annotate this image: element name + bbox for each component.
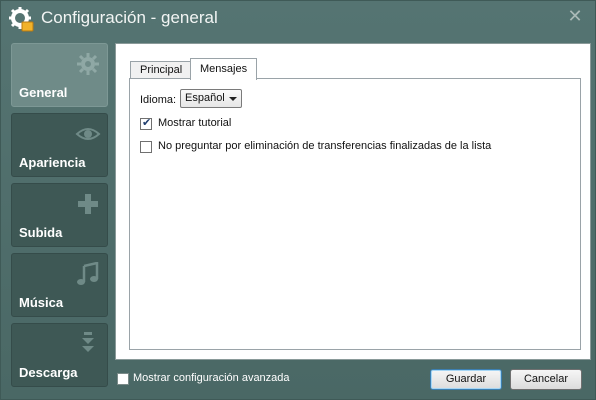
app-gear-icon <box>9 7 34 32</box>
plus-icon <box>78 194 98 214</box>
language-label: Idioma: <box>140 94 177 106</box>
show-tutorial-label: Mostrar tutorial <box>158 117 232 129</box>
gear-icon <box>77 53 99 75</box>
sidebar-item-subida[interactable]: Subida <box>11 183 108 247</box>
save-button[interactable]: Guardar <box>430 369 502 390</box>
settings-panel: Principal Mensajes Idioma: Español ✔ Mos… <box>115 43 591 360</box>
sidebar-item-general[interactable]: General <box>11 43 108 107</box>
checkbox[interactable] <box>117 373 129 385</box>
eye-icon <box>75 128 101 140</box>
language-select-value: Español <box>185 92 225 104</box>
sidebar-item-label: Subida <box>19 225 63 240</box>
tab-content: Idioma: Español ✔ Mostrar tutorial No pr… <box>129 78 581 350</box>
music-note-icon <box>77 262 99 285</box>
checkbox[interactable] <box>140 141 152 153</box>
sidebar-item-descarga[interactable]: Descarga <box>11 323 108 387</box>
sidebar-item-musica[interactable]: Música <box>11 253 108 317</box>
sidebar-item-apariencia[interactable]: Apariencia <box>11 113 108 177</box>
sidebar-item-label: Apariencia <box>19 155 86 170</box>
close-icon[interactable]: ✕ <box>565 7 585 27</box>
title-bar: Configuración - general ✕ <box>1 1 595 37</box>
no-ask-delete-label: No preguntar por eliminación de transfer… <box>158 140 492 152</box>
checkmark-icon: ✔ <box>142 116 152 129</box>
dropdown-arrow-icon <box>229 97 237 101</box>
tab-principal[interactable]: Principal <box>130 61 193 79</box>
settings-window: Configuración - general ✕ General Aparie… <box>0 0 596 400</box>
advanced-settings-label: Mostrar configuración avanzada <box>133 372 290 384</box>
sidebar-item-label: Descarga <box>19 365 78 380</box>
checkbox[interactable]: ✔ <box>140 116 152 130</box>
sidebar-item-label: General <box>19 85 68 100</box>
window-title: Configuración - general <box>41 8 218 27</box>
sidebar: General Apariencia Subida Música Descarg… <box>11 43 109 393</box>
double-chevron-down-icon <box>82 332 94 352</box>
tab-mensajes[interactable]: Mensajes <box>190 58 258 80</box>
language-select[interactable]: Español <box>180 89 242 108</box>
cancel-button[interactable]: Cancelar <box>510 369 582 390</box>
sidebar-item-label: Música <box>19 295 64 310</box>
